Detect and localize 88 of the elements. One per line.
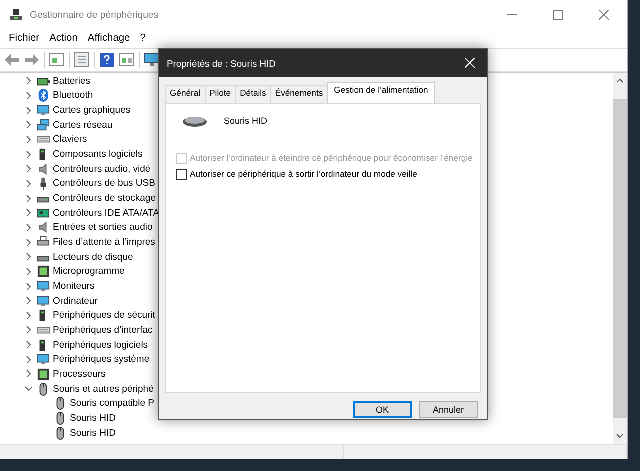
menu-item[interactable]: Affichage — [82, 32, 136, 44]
checkbox[interactable] — [176, 168, 187, 180]
tree-item[interactable]: Lecteurs de disque — [53, 252, 134, 263]
bluetooth-icon — [37, 89, 50, 102]
mouse-icon — [182, 114, 208, 128]
panel-icon[interactable] — [119, 52, 135, 68]
tree-item[interactable]: Souris compatible P — [70, 398, 154, 410]
tree-item[interactable]: Batteries — [53, 76, 90, 87]
tree-item[interactable]: Microprogramme — [53, 266, 125, 278]
expand-chevron-icon[interactable] — [24, 222, 34, 233]
ok-button[interactable]: OK — [353, 401, 412, 418]
mouse-icon — [54, 412, 67, 425]
monitor-icon — [37, 294, 50, 308]
card-icon — [37, 206, 50, 220]
device-manager-icon — [8, 7, 24, 23]
tree-item[interactable]: Souris HID — [70, 428, 116, 439]
window-title: Gestionnaire de périphériques — [30, 10, 160, 20]
tab[interactable]: Gestion de l’alimentation — [327, 82, 436, 103]
checkbox-label: Autoriser l’ordinateur à éteindre ce périphérique pour économiser l’énergie — [190, 153, 473, 163]
tree-item[interactable]: Périphériques d’interfac — [53, 324, 153, 336]
tree-item[interactable]: Contrôleurs audio, vidé — [53, 164, 151, 175]
expand-chevron-icon[interactable] — [24, 238, 34, 248]
expand-chevron-icon[interactable] — [24, 208, 34, 218]
tree-item[interactable]: Contrôleurs de bus USB — [53, 178, 156, 190]
expand-chevron-icon[interactable] — [24, 106, 34, 116]
monitor-icon — [37, 104, 50, 118]
chip-icon — [37, 265, 50, 278]
expand-chevron-icon[interactable] — [24, 325, 34, 336]
expand-chevron-icon[interactable] — [24, 354, 34, 365]
chip-icon — [37, 368, 50, 381]
help-icon[interactable] — [99, 52, 115, 68]
tree-item[interactable]: Cartes réseau — [53, 120, 113, 131]
back-arrow-icon[interactable] — [4, 52, 20, 68]
mouse-icon — [54, 397, 67, 410]
tree-item[interactable]: Claviers — [53, 134, 88, 146]
monitor-icon — [37, 353, 50, 366]
tree-item[interactable]: Composants logiciels — [53, 149, 143, 160]
expand-chevron-icon[interactable] — [24, 194, 34, 204]
device-name: Souris HID — [224, 116, 268, 126]
expand-chevron-icon[interactable] — [24, 310, 34, 321]
tree-item[interactable]: Souris HID — [70, 412, 116, 424]
expand-chevron-icon[interactable] — [24, 252, 34, 262]
scroll-up-icon[interactable] — [616, 77, 624, 85]
tree-item[interactable]: Ordinateur — [53, 296, 98, 307]
expand-chevron-icon[interactable] — [24, 178, 34, 189]
tab[interactable]: Général — [165, 85, 206, 103]
menu-item[interactable]: Fichier — [4, 32, 45, 44]
mouse-icon — [37, 382, 50, 396]
expand-chevron-icon[interactable] — [24, 340, 34, 350]
tree-item[interactable]: Moniteurs — [53, 281, 95, 292]
dialog-title: Propriétés de : Souris HID — [167, 58, 277, 68]
tree-item[interactable]: Contrôleurs IDE ATA/ATA — [53, 208, 160, 219]
tree-item[interactable]: Périphériques système — [53, 354, 150, 366]
tree-item[interactable]: Entrées et sorties audio — [53, 222, 153, 234]
speaker-icon — [37, 162, 50, 176]
expand-chevron-icon[interactable] — [24, 296, 34, 306]
menu-item[interactable]: ? — [135, 32, 151, 44]
expand-chevron-icon[interactable] — [24, 120, 34, 130]
mouse-icon — [54, 426, 67, 440]
network-icon — [37, 118, 50, 132]
tree-item[interactable]: Bluetooth — [53, 90, 94, 102]
window-icon[interactable] — [49, 52, 65, 68]
expand-chevron-icon[interactable] — [24, 76, 34, 86]
checkbox-label: Autoriser ce périphérique à sortir l’ordinateur du mode veille — [190, 169, 418, 179]
speaker-icon — [37, 221, 50, 234]
scrollbar-thumb[interactable] — [613, 99, 627, 418]
forward-arrow-icon[interactable] — [24, 52, 40, 68]
list-icon[interactable] — [74, 52, 90, 68]
tree-item[interactable]: Processeurs — [53, 368, 106, 380]
expand-chevron-icon[interactable] — [24, 266, 34, 277]
scroll-down-icon[interactable] — [616, 432, 624, 440]
tree-item[interactable]: Contrôleurs de stockage — [53, 193, 156, 204]
expand-chevron-icon[interactable] — [24, 369, 34, 380]
tree-item[interactable]: Files d’attente à l’impres — [53, 237, 156, 248]
tree-item[interactable]: Souris et autres périphé — [53, 384, 154, 395]
menu-item[interactable]: Action — [44, 32, 83, 44]
expand-chevron-icon[interactable] — [24, 134, 34, 145]
expand-chevron-icon[interactable] — [24, 90, 34, 101]
cancel-button[interactable]: Annuler — [419, 401, 478, 418]
expand-chevron-icon[interactable] — [24, 282, 34, 292]
monitor-icon — [37, 280, 50, 294]
expand-chevron-icon[interactable] — [24, 164, 34, 174]
tree-item[interactable]: Périphériques logiciels — [53, 340, 148, 351]
expand-chevron-icon[interactable] — [24, 150, 34, 160]
monitor-icon[interactable] — [144, 52, 160, 68]
tree-item[interactable]: Périphériques de sécurit — [53, 310, 156, 322]
maximize-icon[interactable] — [553, 10, 563, 20]
tree-item[interactable]: Cartes graphiques — [53, 105, 131, 116]
